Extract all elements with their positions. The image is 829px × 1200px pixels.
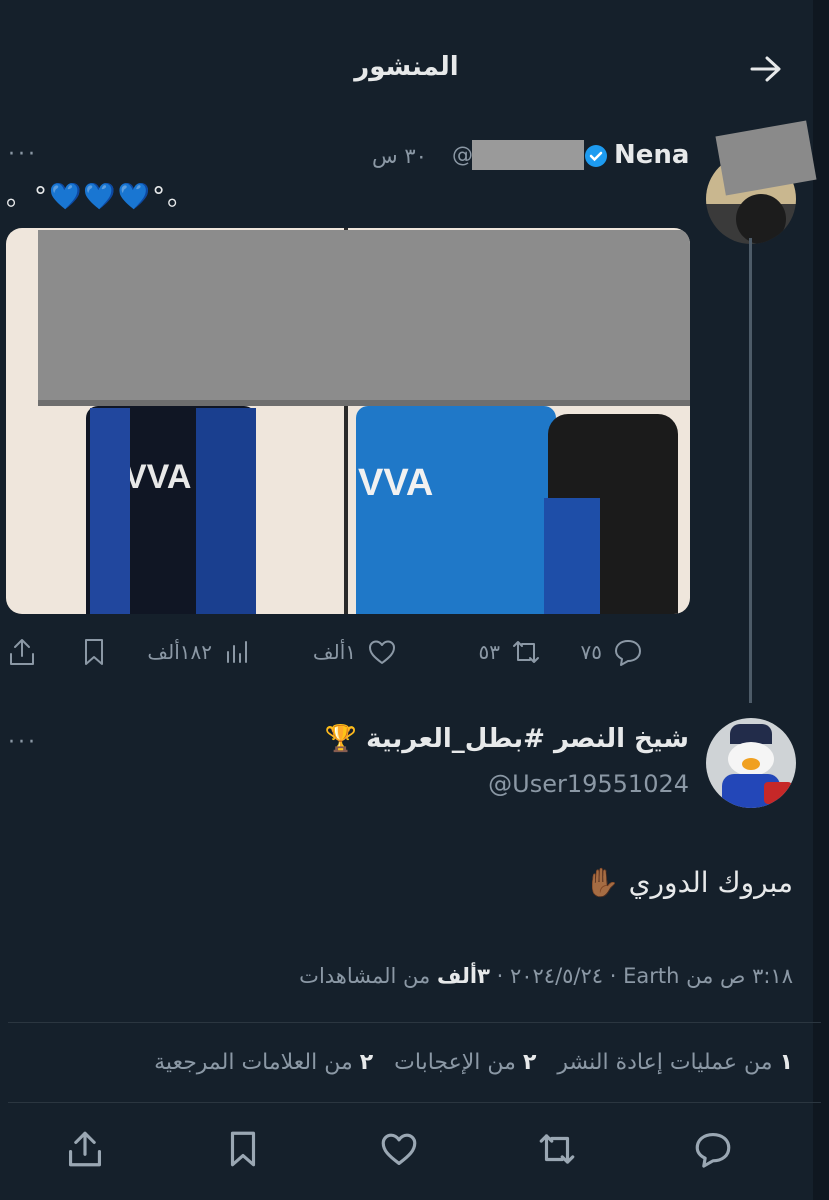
reply-like-button[interactable] xyxy=(378,1128,420,1170)
reply-avatar[interactable] xyxy=(706,718,796,808)
reply-repost-button[interactable] xyxy=(536,1128,578,1170)
redaction-faces xyxy=(38,230,690,400)
reply-count: ٧٥ xyxy=(580,640,602,664)
divider-top xyxy=(8,1022,821,1023)
screen-edge xyxy=(813,0,829,1200)
bookmark-icon xyxy=(230,1131,256,1167)
bookmark-action[interactable] xyxy=(78,636,110,668)
verified-badge-icon xyxy=(585,145,607,167)
reply-share-button[interactable] xyxy=(64,1128,106,1170)
reposts-label: من عمليات إعادة النشر xyxy=(557,1050,773,1075)
reply-bookmark-button[interactable] xyxy=(222,1128,264,1170)
like-action[interactable]: ١ألف xyxy=(313,636,398,668)
bookmarks-label: من العلامات المرجعية xyxy=(154,1050,353,1075)
thread-line xyxy=(749,238,752,703)
reposts-count: ١ xyxy=(779,1050,793,1075)
views-action[interactable]: ١٨٢ألف xyxy=(147,636,254,668)
parent-post-text: 。°💙💙💙°。 xyxy=(6,182,196,212)
header-bar: المنشور xyxy=(0,40,813,100)
share-action[interactable] xyxy=(6,636,38,668)
likes-count: ٢ xyxy=(522,1050,537,1075)
arrow-right-icon xyxy=(750,56,781,82)
reply-reply-button[interactable] xyxy=(692,1128,734,1170)
redaction-avatar xyxy=(715,120,817,196)
post-media[interactable]: VVA VVA xyxy=(6,228,690,614)
like-count: ١ألف xyxy=(312,640,356,664)
parent-display-name[interactable]: Nena xyxy=(614,140,689,170)
views-count: ١٨٢ألف xyxy=(147,640,212,664)
reposts-stat[interactable]: ١ من عمليات إعادة النشر xyxy=(550,1050,793,1075)
share-icon xyxy=(10,639,34,665)
back-button[interactable] xyxy=(746,52,786,86)
reply-text: مبروك الدوري ✋🏾 xyxy=(584,866,793,899)
divider-bottom xyxy=(8,1102,821,1103)
meta-separator: · xyxy=(489,964,504,988)
views-chart-icon xyxy=(227,641,247,663)
repost-count: ٥٣ xyxy=(478,640,500,664)
redaction-handle xyxy=(472,140,584,170)
parent-post[interactable]: Nena @ ٣٠ س ··· 。°💙💙💙°。 VVA VVA ٧٥ ٥٣ ١أ… xyxy=(0,110,817,703)
bookmark-icon xyxy=(85,639,103,665)
reply-post: شيخ النصر #بطل_العربية 🏆 @User19551024 ·… xyxy=(0,700,821,1200)
parent-action-bar: ٧٥ ٥٣ ١ألف ١٨٢ألف xyxy=(0,632,700,672)
parent-post-time: ٣٠ س xyxy=(372,144,427,168)
parent-handle-prefix: @ xyxy=(452,143,473,167)
heart-icon xyxy=(369,640,395,664)
bookmarks-stat[interactable]: ٢ من العلامات المرجعية xyxy=(154,1050,373,1075)
heart-icon xyxy=(381,1133,417,1166)
reply-handle[interactable]: @User19551024 xyxy=(488,770,689,798)
likes-stat[interactable]: ٢ من الإعجابات xyxy=(387,1050,536,1075)
page-title: المنشور xyxy=(354,52,459,82)
bookmarks-count: ٢ xyxy=(359,1050,374,1075)
likes-label: من الإعجابات xyxy=(394,1050,516,1075)
reply-display-name[interactable]: شيخ النصر #بطل_العربية 🏆 xyxy=(325,724,689,754)
reply-views-count: ٣ألف xyxy=(436,964,490,988)
engagement-row: ١ من عمليات إعادة النشر ٢ من الإعجابات ٢… xyxy=(154,1050,793,1075)
more-options-icon[interactable]: ··· xyxy=(8,142,38,167)
reply-action[interactable]: ٧٥ xyxy=(581,636,644,668)
repost-action[interactable]: ٥٣ xyxy=(479,636,542,668)
reply-icon xyxy=(695,1132,731,1168)
reply-datetime: ٣:١٨ ص من Earth · ٢٠٢٤/٥/٢٤ xyxy=(509,964,793,988)
reply-more-options-icon[interactable]: ··· xyxy=(8,730,38,755)
reply-views-label: من المشاهدات xyxy=(299,964,431,988)
repost-icon xyxy=(513,641,539,663)
reply-action-bar xyxy=(0,1124,813,1174)
share-icon xyxy=(68,1131,102,1167)
reply-icon xyxy=(615,640,641,666)
reply-meta: ٣:١٨ ص من Earth · ٢٠٢٤/٥/٢٤ · ٣ألف من ال… xyxy=(299,964,793,988)
repost-icon xyxy=(539,1134,575,1164)
